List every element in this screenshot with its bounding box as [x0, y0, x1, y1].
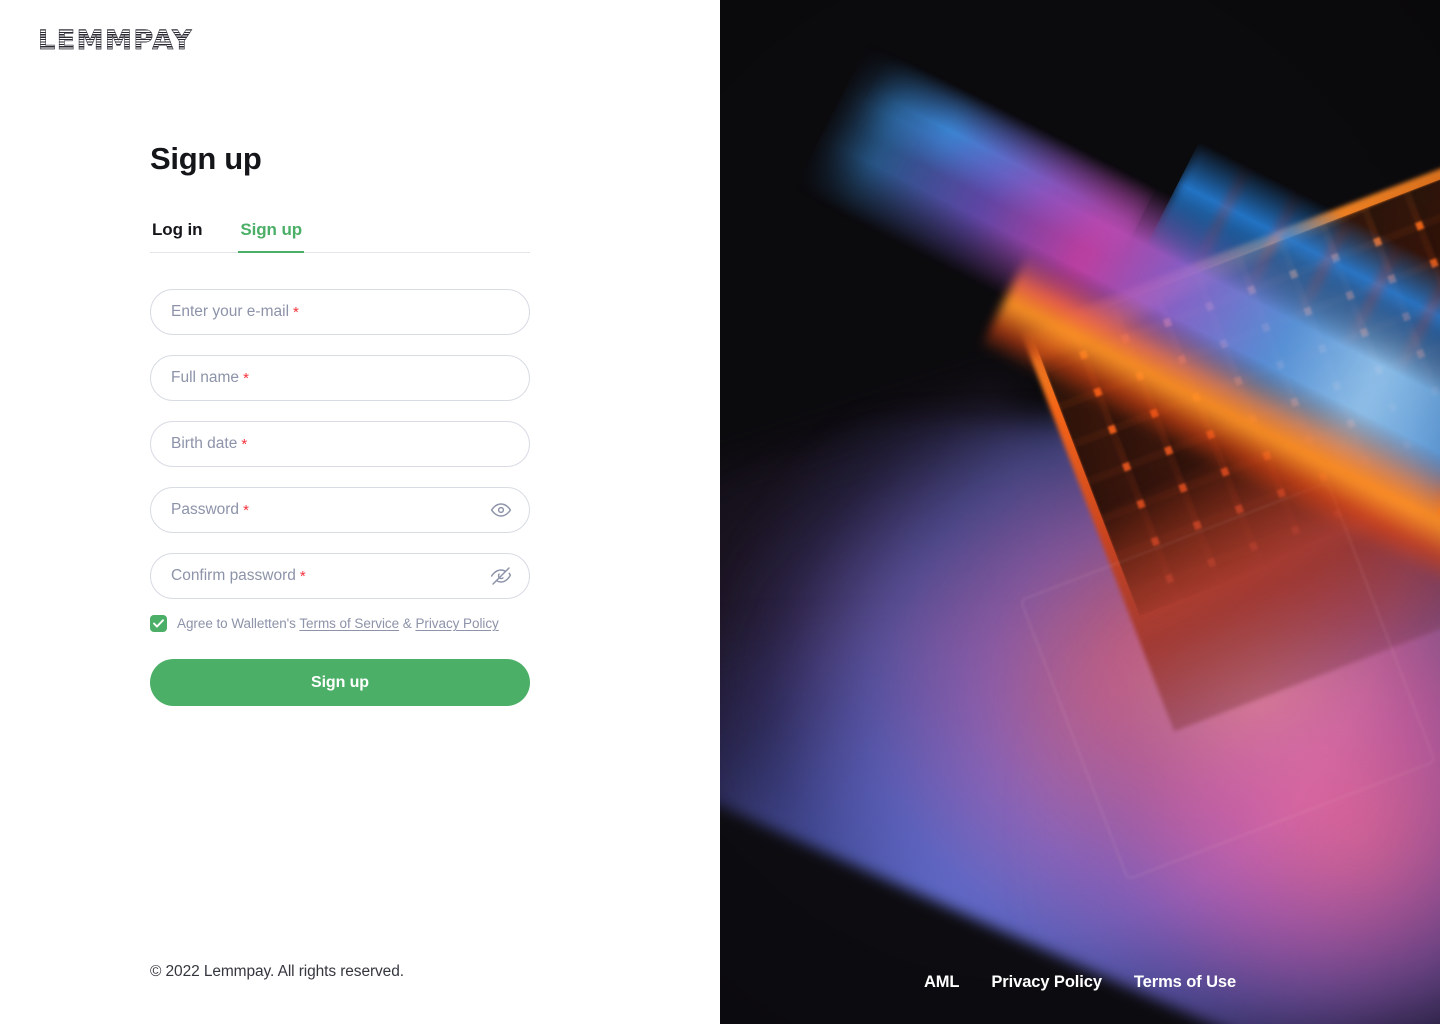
eye-off-icon[interactable] [489, 564, 513, 588]
password-input[interactable] [150, 487, 530, 534]
confirm-password-input[interactable] [150, 553, 530, 600]
footer-link-privacy-policy[interactable]: Privacy Policy [991, 973, 1102, 992]
auth-tabs: Log in Sign up [150, 220, 530, 254]
signup-page: LEMMPAY Sign up Log in Sign up Enter you… [0, 0, 1440, 1024]
page-title: Sign up [150, 141, 262, 176]
agreement-text: Agree to Walletten's Terms of Service & … [177, 616, 499, 631]
sign-up-button[interactable]: Sign up [150, 659, 530, 707]
check-icon [153, 619, 164, 628]
agreement-checkbox[interactable] [150, 615, 167, 633]
tab-sign-up[interactable]: Sign up [238, 220, 304, 254]
field-password: Password * [150, 487, 530, 534]
field-birth-date: Birth date * [150, 421, 530, 468]
photo-vignette [720, 0, 1440, 1024]
privacy-policy-link[interactable]: Privacy Policy [415, 616, 498, 631]
right-image-panel: AML Privacy Policy Terms of Use [720, 0, 1440, 1024]
form-fields: Enter your e-mail * Full name * Birth da… [150, 289, 530, 600]
lemmpay-logo: LEMMPAY [38, 25, 194, 56]
footer-link-aml[interactable]: AML [924, 973, 960, 992]
terms-of-service-link[interactable]: Terms of Service [299, 616, 399, 631]
field-confirm-password: Confirm password * [150, 553, 530, 600]
footer-links: AML Privacy Policy Terms of Use [720, 973, 1440, 992]
full-name-input[interactable] [150, 355, 530, 402]
birth-date-input[interactable] [150, 421, 530, 468]
tab-log-in[interactable]: Log in [150, 220, 204, 252]
signup-form: Sign up Log in Sign up Enter your e-mail… [150, 140, 530, 707]
copyright-text: © 2022 Lemmpay. All rights reserved. [150, 963, 404, 980]
footer-link-terms-of-use[interactable]: Terms of Use [1134, 973, 1236, 992]
email-input[interactable] [150, 289, 530, 336]
agreement-row: Agree to Walletten's Terms of Service & … [150, 615, 530, 633]
laptop-photo [720, 0, 1440, 1024]
eye-icon[interactable] [489, 498, 513, 522]
left-form-panel: LEMMPAY Sign up Log in Sign up Enter you… [0, 0, 720, 1024]
field-full-name: Full name * [150, 355, 530, 402]
field-email: Enter your e-mail * [150, 289, 530, 336]
agreement-separator: & [399, 616, 416, 632]
agreement-prefix: Agree to Walletten's [177, 616, 300, 632]
